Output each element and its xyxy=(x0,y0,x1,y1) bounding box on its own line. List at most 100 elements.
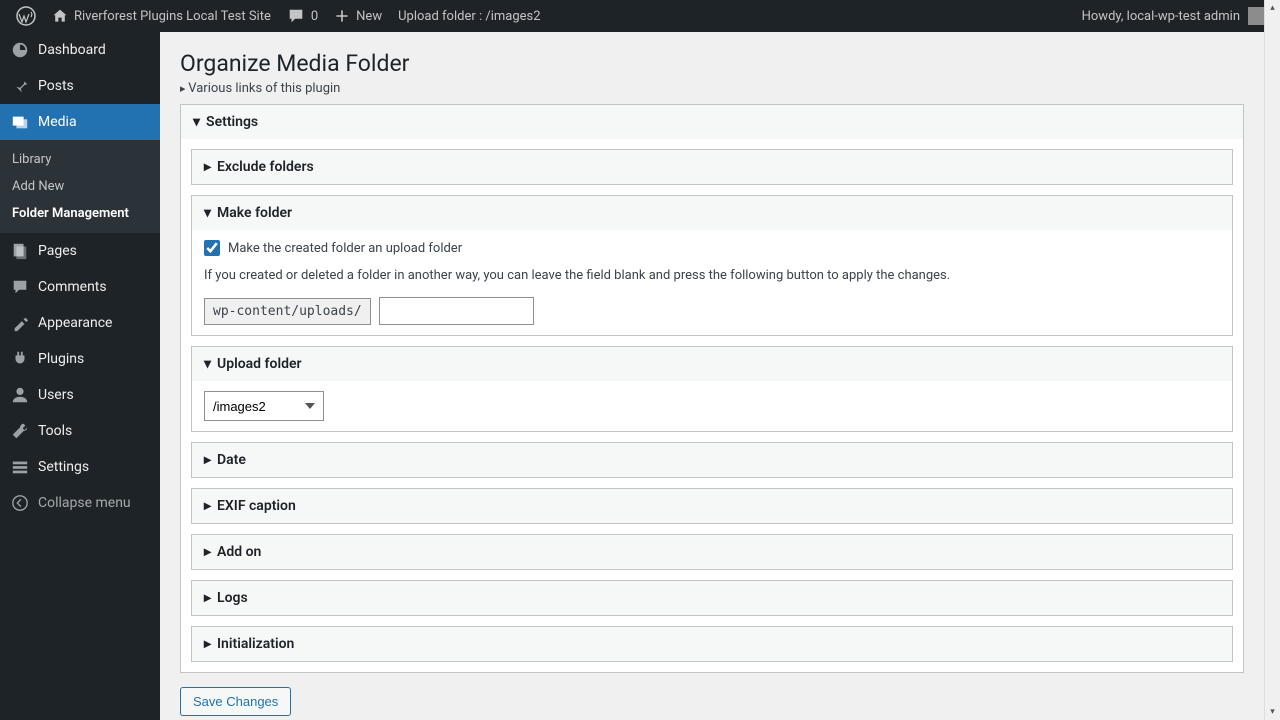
logs-panel: ▸ Logs xyxy=(191,580,1233,616)
tools-icon xyxy=(10,421,30,441)
new-label: New xyxy=(356,9,382,24)
chevron-down-icon: ▾ xyxy=(193,114,200,130)
logs-title: Logs xyxy=(217,590,248,606)
make-folder-description: If you created or deleted a folder in an… xyxy=(204,268,1220,283)
comments-label: Comments xyxy=(38,279,107,295)
tools-label: Tools xyxy=(38,423,72,439)
plus-icon xyxy=(334,8,350,24)
sidebar-item-media[interactable]: Media xyxy=(0,104,160,140)
addon-panel: ▸ Add on xyxy=(191,534,1233,570)
plugin-links[interactable]: Various links of this plugin xyxy=(180,81,1244,96)
upload-folder-indicator[interactable]: Upload folder : /images2 xyxy=(390,0,548,32)
plugins-label: Plugins xyxy=(38,351,84,367)
comments-link[interactable]: 0 xyxy=(279,0,326,32)
logs-header[interactable]: ▸ Logs xyxy=(192,581,1232,615)
chevron-right-icon: ▸ xyxy=(204,159,211,175)
howdy-text[interactable]: Howdy, local-wp-test admin xyxy=(1082,9,1240,24)
site-name-link[interactable]: Riverforest Plugins Local Test Site xyxy=(44,0,279,32)
comments-count: 0 xyxy=(311,9,318,24)
chevron-right-icon: ▸ xyxy=(204,544,211,560)
chevron-right-icon: ▸ xyxy=(204,498,211,514)
chevron-right-icon: ▸ xyxy=(204,590,211,606)
home-icon xyxy=(52,8,68,24)
upload-folder-header[interactable]: ▾ Upload folder xyxy=(192,347,1232,381)
sidebar-item-posts[interactable]: Posts xyxy=(0,68,160,104)
chevron-right-icon: ▸ xyxy=(204,636,211,652)
addon-title: Add on xyxy=(217,544,261,560)
upload-folder-select[interactable]: /images2 xyxy=(204,391,324,421)
admin-sidebar: Dashboard Posts Media Library Add New Fo… xyxy=(0,32,160,720)
addon-header[interactable]: ▸ Add on xyxy=(192,535,1232,569)
exif-panel: ▸ EXIF caption xyxy=(191,488,1233,524)
dashboard-label: Dashboard xyxy=(38,42,106,58)
make-folder-header[interactable]: ▾ Make folder xyxy=(192,196,1232,230)
chevron-right-icon: ▸ xyxy=(204,452,211,468)
exif-header[interactable]: ▸ EXIF caption xyxy=(192,489,1232,523)
make-upload-folder-checkbox[interactable] xyxy=(204,240,220,256)
sidebar-item-settings[interactable]: Settings xyxy=(0,449,160,485)
site-name: Riverforest Plugins Local Test Site xyxy=(74,9,271,24)
exif-title: EXIF caption xyxy=(217,498,296,514)
sidebar-item-users[interactable]: Users xyxy=(0,377,160,413)
new-link[interactable]: New xyxy=(326,0,390,32)
main-content: Organize Media Folder Various links of t… xyxy=(160,32,1264,720)
settings-header[interactable]: ▾ Settings xyxy=(181,105,1243,139)
init-panel: ▸ Initialization xyxy=(191,626,1233,662)
comment-icon xyxy=(287,7,305,25)
users-icon xyxy=(10,385,30,405)
sidebar-collapse[interactable]: Collapse menu xyxy=(0,485,160,521)
upload-folder-title: Upload folder xyxy=(217,356,302,372)
scrollbar[interactable]: ▴ ▾ xyxy=(1264,0,1280,720)
sidebar-item-tools[interactable]: Tools xyxy=(0,413,160,449)
date-title: Date xyxy=(217,452,246,468)
media-icon xyxy=(10,112,30,132)
init-title: Initialization xyxy=(217,636,294,652)
exclude-folders-header[interactable]: ▸ Exclude folders xyxy=(192,150,1232,184)
appearance-label: Appearance xyxy=(38,315,112,331)
wordpress-icon xyxy=(16,6,36,26)
settings-title: Settings xyxy=(206,114,258,130)
collapse-icon xyxy=(10,493,30,513)
comments-icon xyxy=(10,277,30,297)
make-folder-panel: ▾ Make folder Make the created folder an… xyxy=(191,195,1233,336)
chevron-down-icon: ▾ xyxy=(204,356,211,372)
sidebar-item-dashboard[interactable]: Dashboard xyxy=(0,32,160,68)
submenu-library[interactable]: Library xyxy=(0,146,160,173)
uploads-path-prefix: wp-content/uploads/ xyxy=(204,298,371,325)
media-submenu: Library Add New Folder Management xyxy=(0,140,160,233)
upload-folder-panel: ▾ Upload folder /images2 xyxy=(191,346,1233,432)
submenu-add-new[interactable]: Add New xyxy=(0,173,160,200)
pages-icon xyxy=(10,241,30,261)
exclude-folders-title: Exclude folders xyxy=(217,159,314,175)
scroll-up-icon[interactable]: ▴ xyxy=(1265,0,1280,16)
settings-icon xyxy=(10,457,30,477)
make-upload-folder-label: Make the created folder an upload folder xyxy=(228,241,462,256)
scroll-down-icon[interactable]: ▾ xyxy=(1265,704,1280,720)
media-label: Media xyxy=(38,114,77,130)
pin-icon xyxy=(10,76,30,96)
upload-folder-label: Upload folder : /images2 xyxy=(398,9,540,24)
sidebar-item-comments[interactable]: Comments xyxy=(0,269,160,305)
chevron-down-icon: ▾ xyxy=(204,205,211,221)
sidebar-item-plugins[interactable]: Plugins xyxy=(0,341,160,377)
plugins-icon xyxy=(10,349,30,369)
wp-logo[interactable] xyxy=(8,0,44,32)
collapse-label: Collapse menu xyxy=(38,495,131,511)
submenu-folder-mgmt[interactable]: Folder Management xyxy=(0,200,160,227)
sidebar-item-pages[interactable]: Pages xyxy=(0,233,160,269)
sidebar-item-appearance[interactable]: Appearance xyxy=(0,305,160,341)
date-header[interactable]: ▸ Date xyxy=(192,443,1232,477)
new-folder-name-input[interactable] xyxy=(379,297,534,325)
date-panel: ▸ Date xyxy=(191,442,1233,478)
page-title: Organize Media Folder xyxy=(180,50,1244,77)
dashboard-icon xyxy=(10,40,30,60)
make-folder-title: Make folder xyxy=(217,205,292,221)
settings-label: Settings xyxy=(38,459,89,475)
pages-label: Pages xyxy=(38,243,77,259)
exclude-folders-panel: ▸ Exclude folders xyxy=(191,149,1233,185)
posts-label: Posts xyxy=(38,78,74,94)
settings-panel: ▾ Settings ▸ Exclude folders ▾ Make fold… xyxy=(180,104,1244,673)
save-changes-button[interactable]: Save Changes xyxy=(180,687,291,716)
users-label: Users xyxy=(38,387,74,403)
init-header[interactable]: ▸ Initialization xyxy=(192,627,1232,661)
